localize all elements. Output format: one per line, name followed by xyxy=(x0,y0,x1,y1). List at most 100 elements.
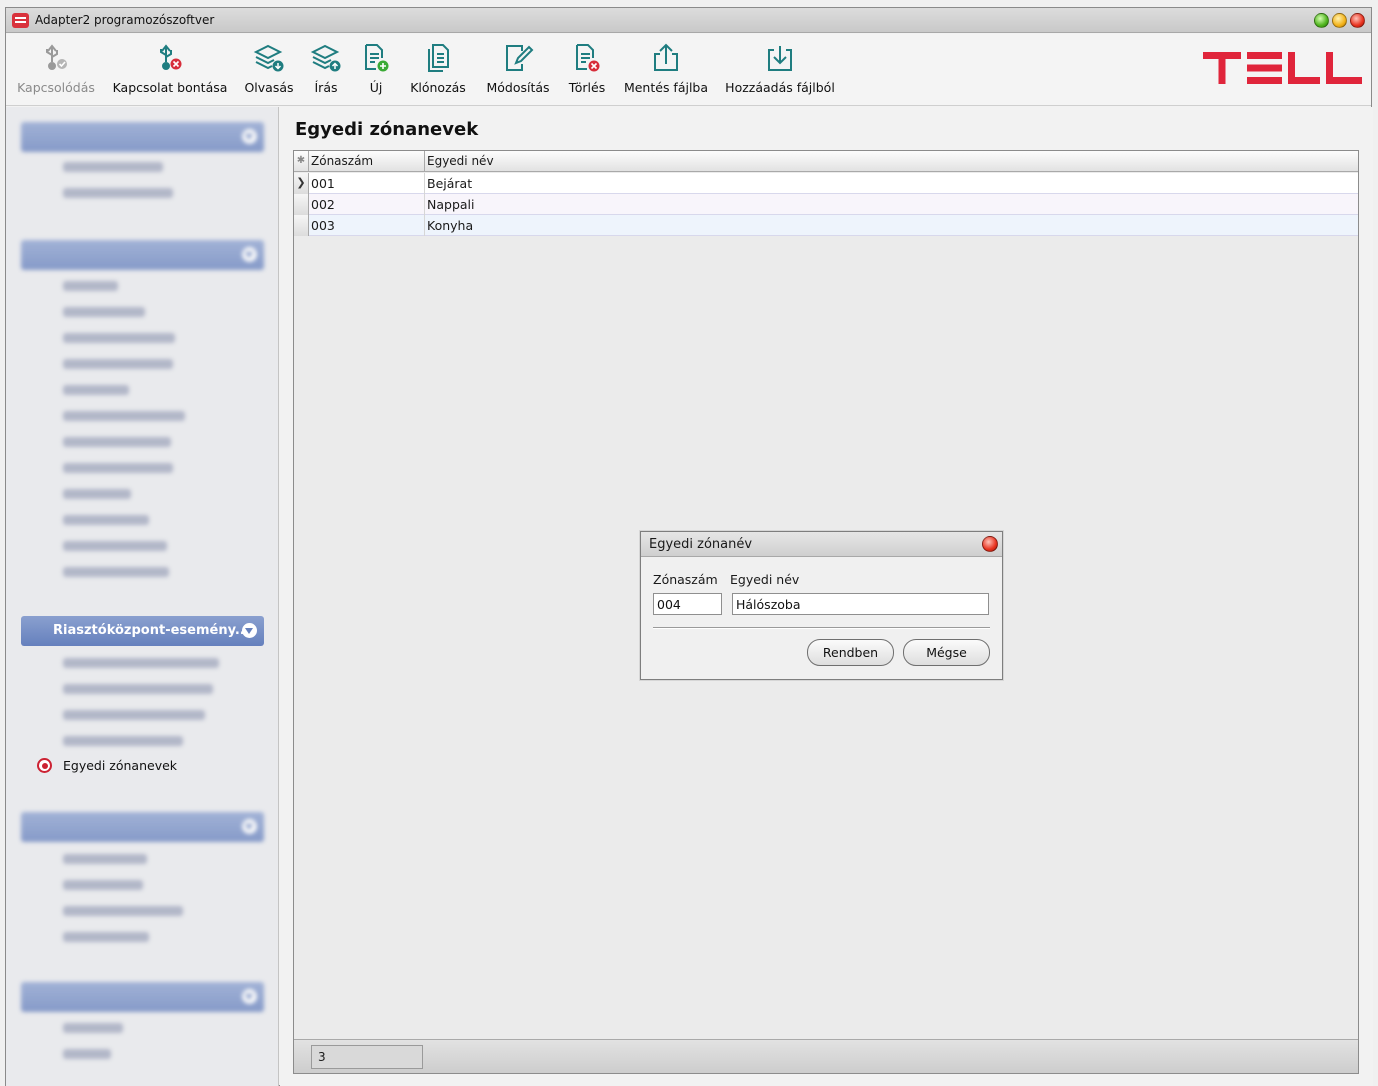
maximize-button[interactable] xyxy=(1314,13,1329,28)
row-count: 3 xyxy=(311,1045,423,1069)
import-file-icon xyxy=(768,46,792,71)
cell-name: Nappali xyxy=(427,197,475,212)
edit-document-icon xyxy=(506,45,534,71)
sidebar-item-blurred[interactable] xyxy=(63,359,173,369)
modify-button[interactable]: Módosítás xyxy=(482,42,554,95)
new-label: Új xyxy=(369,80,383,95)
sidebar-item-blurred[interactable] xyxy=(63,880,143,890)
sidebar-item-blurred[interactable] xyxy=(63,162,163,172)
read-layers-icon xyxy=(253,44,284,72)
dialog-close-button[interactable] xyxy=(982,536,998,552)
sidebar-group-header[interactable] xyxy=(21,240,264,270)
cell-zone: 003 xyxy=(311,218,335,233)
cell-divider xyxy=(424,173,425,194)
close-window-button[interactable] xyxy=(1350,13,1365,28)
window-title: Adapter2 programozószoftver xyxy=(35,13,215,27)
sidebar-item-blurred[interactable] xyxy=(63,1023,123,1033)
chevron-down-icon xyxy=(242,623,257,638)
chevron-down-icon xyxy=(242,247,257,262)
sidebar-item-blurred[interactable] xyxy=(63,541,167,551)
read-button[interactable]: Olvasás xyxy=(242,42,296,95)
ok-button[interactable]: Rendben xyxy=(807,639,894,666)
tell-logo xyxy=(1203,52,1362,84)
sidebar-item-blurred[interactable] xyxy=(63,932,149,942)
row-selector[interactable] xyxy=(294,215,309,236)
cell-name: Bejárat xyxy=(427,176,473,191)
select-all-cell[interactable]: ✱ xyxy=(294,151,309,171)
sidebar-item-egyedi-zonanevek[interactable]: Egyedi zónanevek xyxy=(63,758,177,773)
cell-divider xyxy=(424,215,425,236)
save-to-file-button[interactable]: Mentés fájlba xyxy=(620,42,712,95)
write-layers-icon xyxy=(310,44,341,72)
column-header-name[interactable]: Egyedi név xyxy=(427,154,494,168)
sidebar-group-header[interactable] xyxy=(21,982,264,1012)
minimize-button[interactable] xyxy=(1332,13,1347,28)
usb-disconnect-icon xyxy=(160,44,182,70)
disconnect-label: Kapcsolat bontása xyxy=(112,80,228,95)
sidebar-item-blurred[interactable] xyxy=(63,736,183,746)
toolbar: Kapcsolódás Kapcsolat bontása Olvasás Ír… xyxy=(6,34,1371,106)
chevron-down-icon xyxy=(242,819,257,834)
sidebar-item-blurred[interactable] xyxy=(63,188,173,198)
sidebar-item-blurred[interactable] xyxy=(63,1049,111,1059)
dialog-separator xyxy=(653,627,990,628)
cell-zone: 001 xyxy=(311,176,335,191)
sidebar-item-blurred[interactable] xyxy=(63,463,173,473)
zone-number-input[interactable] xyxy=(653,593,722,615)
sidebar-item-blurred[interactable] xyxy=(63,411,185,421)
clone-documents-icon xyxy=(428,44,449,72)
sidebar-item-blurred[interactable] xyxy=(63,684,213,694)
sidebar: Riasztóközpont-esemény... Egyedi zónanev… xyxy=(6,107,279,1086)
sidebar-item-blurred[interactable] xyxy=(63,567,169,577)
custom-name-input[interactable] xyxy=(732,593,989,615)
sidebar-item-blurred[interactable] xyxy=(63,658,219,668)
row-selector[interactable] xyxy=(294,194,309,215)
cell-divider xyxy=(424,194,425,215)
active-item-radio-icon xyxy=(37,758,52,773)
table-row[interactable]: ❯ 001 Bejárat xyxy=(294,173,1358,194)
new-document-icon xyxy=(365,44,389,72)
table-row[interactable]: 002 Nappali xyxy=(294,194,1358,215)
page-title: Egyedi zónanevek xyxy=(295,119,479,140)
custom-name-label: Egyedi név xyxy=(730,572,800,587)
sidebar-item-blurred[interactable] xyxy=(63,710,205,720)
cancel-button[interactable]: Mégse xyxy=(903,639,990,666)
delete-document-icon xyxy=(576,44,600,72)
table-footer: 3 xyxy=(294,1039,1358,1073)
table-row[interactable]: 003 Konyha xyxy=(294,215,1358,236)
disconnect-button[interactable]: Kapcsolat bontása xyxy=(112,42,228,95)
sidebar-item-blurred[interactable] xyxy=(63,489,131,499)
chevron-down-icon xyxy=(242,989,257,1004)
add-from-file-button[interactable]: Hozzáadás fájlból xyxy=(724,42,836,95)
dialog-title: Egyedi zónanév xyxy=(641,532,1002,557)
sidebar-item-blurred[interactable] xyxy=(63,906,183,916)
delete-button[interactable]: Törlés xyxy=(564,42,610,95)
new-button[interactable]: Új xyxy=(358,42,394,95)
sidebar-item-blurred[interactable] xyxy=(63,333,175,343)
cell-name: Konyha xyxy=(427,218,474,233)
save-to-file-label: Mentés fájlba xyxy=(623,80,709,95)
app-window: Adapter2 programozószoftver Kapcsolódás … xyxy=(5,7,1373,1086)
sidebar-item-blurred[interactable] xyxy=(63,515,149,525)
sidebar-group-alarm-events[interactable]: Riasztóközpont-esemény... xyxy=(21,616,264,646)
clone-button[interactable]: Klónozás xyxy=(406,42,470,95)
column-divider[interactable] xyxy=(424,151,425,172)
connect-button[interactable]: Kapcsolódás xyxy=(16,42,96,95)
column-header-zone[interactable]: Zónaszám xyxy=(311,154,373,168)
sidebar-item-blurred[interactable] xyxy=(63,307,145,317)
write-button[interactable]: Írás xyxy=(306,42,346,95)
sidebar-group-header[interactable] xyxy=(21,122,264,152)
sidebar-item-blurred[interactable] xyxy=(63,437,171,447)
chevron-down-icon xyxy=(242,129,257,144)
current-row-arrow-icon[interactable]: ❯ xyxy=(294,173,309,194)
sidebar-item-blurred[interactable] xyxy=(63,854,147,864)
table-header: ✱ Zónaszám Egyedi név xyxy=(294,151,1358,172)
cell-zone: 002 xyxy=(311,197,335,212)
zone-name-dialog: Egyedi zónanév Zónaszám Egyedi név Rendb… xyxy=(640,531,1003,680)
clone-label: Klónozás xyxy=(410,80,466,95)
sidebar-group-header[interactable] xyxy=(21,812,264,842)
app-logo-icon xyxy=(12,13,29,28)
sidebar-item-blurred[interactable] xyxy=(63,281,118,291)
sidebar-item-blurred[interactable] xyxy=(63,385,129,395)
title-bar: Adapter2 programozószoftver xyxy=(6,8,1371,33)
